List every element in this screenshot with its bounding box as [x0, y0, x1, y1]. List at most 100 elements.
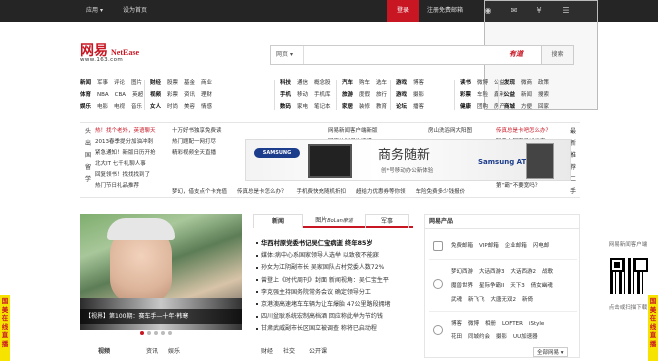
nav-link[interactable]: 概念股	[314, 77, 331, 89]
product-link[interactable]: 倩女幽魂	[531, 283, 553, 289]
nav-link[interactable]: 商城	[504, 101, 515, 113]
nav-link[interactable]: 旅游	[342, 89, 353, 101]
ticker-link[interactable]: 网易新闻客户端新版	[328, 126, 378, 137]
nav-link[interactable]: 汽车	[342, 77, 353, 89]
nav-link[interactable]: 度假	[359, 89, 370, 101]
news-item[interactable]: 甘肃武威副市长区国立被调查 称将已启动程	[256, 323, 416, 335]
product-link[interactable]: 花田	[451, 334, 462, 340]
product-link[interactable]: 博客	[451, 321, 462, 327]
news-item[interactable]: 李克强主持国务院常务会议 确定领导分工	[256, 287, 416, 299]
product-link[interactable]: VIP邮箱	[479, 243, 499, 249]
tab-open-course[interactable]: 公开课	[309, 346, 327, 358]
ticker-link[interactable]: 车险免费多少钱报价	[416, 187, 466, 198]
product-link[interactable]: 微博	[468, 321, 479, 327]
nav-link[interactable]: 博客	[413, 77, 424, 89]
news-item[interactable]: 孙女为江阴副市长 吴家固队占村党委人数72%	[256, 262, 416, 274]
product-link[interactable]: 新倚	[522, 297, 533, 303]
nav-link[interactable]: 体育	[80, 89, 91, 101]
nav-link[interactable]: 车险	[477, 89, 488, 101]
tab-info[interactable]: 资讯	[146, 346, 158, 358]
nav-link[interactable]: 论坛	[396, 101, 407, 113]
nav-link[interactable]: 家居	[342, 101, 353, 113]
news-item[interactable]: 媒体:病中心系国家领导人选举 以致夜不能寐	[256, 250, 416, 262]
nav-link[interactable]: CBA	[115, 89, 126, 101]
ticker-link[interactable]: 热门题配一网打尽	[172, 137, 222, 148]
ticker-link[interactable]: 房山洗浴网大阳图	[428, 126, 472, 137]
news-item[interactable]: 京港澳高速堵车车辆为让车爆胎 47公里路段拥堵	[256, 299, 416, 311]
ticker-link[interactable]: 第“霸”不要宽吗？	[496, 181, 553, 192]
search-scope-select[interactable]: 网页 ▾	[271, 46, 304, 64]
nav-link[interactable]: 手机库	[314, 89, 331, 101]
nav-link[interactable]: 评论	[114, 77, 125, 89]
search-button[interactable]: 搜索	[541, 46, 573, 64]
nav-link[interactable]: 摄影	[413, 89, 424, 101]
product-link[interactable]: 魔兽世界	[451, 283, 473, 289]
product-link[interactable]: 大话西游3	[479, 269, 505, 275]
product-link[interactable]: 企业邮箱	[505, 243, 527, 249]
product-link[interactable]: 摄影	[496, 334, 507, 340]
product-link[interactable]: 战歌	[542, 269, 553, 275]
register-link[interactable]: 注册免费邮箱	[427, 0, 463, 22]
nav-link[interactable]: 视频	[150, 89, 161, 101]
carousel-dot[interactable]	[168, 331, 172, 335]
nav-link[interactable]: 商业	[201, 77, 212, 89]
app-menu-button[interactable]: 应用 ▾	[86, 0, 103, 22]
nav-link[interactable]: 彩票	[460, 89, 471, 101]
nav-link[interactable]: 女人	[150, 101, 161, 113]
all-products-button[interactable]: 全部网易 ▾	[533, 347, 568, 357]
nav-link[interactable]: 通信	[297, 77, 308, 89]
nav-link[interactable]: 公益	[504, 89, 515, 101]
nav-link[interactable]: 笔记本	[314, 101, 331, 113]
ticker-link[interactable]: 传真总是卡怎么办？	[237, 187, 287, 198]
product-link[interactable]: 武魂	[451, 297, 462, 303]
tab-social[interactable]: 社交	[283, 346, 295, 358]
ticker-link[interactable]: 精彩视频全天直播	[172, 148, 222, 159]
tab-pictures[interactable]: 图片BoLan摩道	[307, 214, 361, 228]
ticker-link[interactable]: 热门节日礼品推荐	[95, 181, 156, 192]
nav-link[interactable]: 读书	[460, 77, 471, 89]
nav-link[interactable]: 基金	[184, 77, 195, 89]
site-logo[interactable]: 网易 NetEase www.163.com	[80, 40, 139, 63]
nav-link[interactable]: 移动	[297, 89, 308, 101]
carousel-dot[interactable]	[154, 331, 158, 335]
nav-link[interactable]: 数码	[280, 101, 291, 113]
nav-link[interactable]: 发现	[504, 77, 515, 89]
ad-banner[interactable]: SAMSUNG 商务随新 创*号移动办公新体验 Samsung ATIV	[245, 139, 571, 181]
nav-link[interactable]: 游戏	[396, 89, 407, 101]
nav-link[interactable]: 选车	[376, 77, 387, 89]
nav-link[interactable]: 科技	[280, 77, 291, 89]
photo-caption[interactable]: 【视界】第100期：赛车手—十年·韩寒	[80, 309, 242, 324]
nav-link[interactable]: 电影	[97, 101, 108, 113]
ticker-link[interactable]: 2013春季提分加油冲刺	[95, 137, 156, 148]
nav-link[interactable]: 游戏	[396, 77, 407, 89]
tab-news[interactable]: 新闻	[253, 214, 303, 228]
nav-link[interactable]: 方便	[521, 101, 532, 113]
login-button[interactable]: 登录	[387, 0, 419, 22]
product-link[interactable]: 闪电邮	[533, 243, 550, 249]
ticker-link[interactable]: 回复领书！找找找到了	[95, 170, 156, 181]
news-item[interactable]: 华西村原党委书记吴仁宝病逝 终年85岁	[256, 238, 416, 250]
nav-link[interactable]: 彩票	[167, 89, 178, 101]
nav-link[interactable]: 图片	[131, 77, 142, 89]
nav-link[interactable]: 情感	[201, 101, 212, 113]
nav-link[interactable]: 美容	[184, 101, 195, 113]
product-link[interactable]: 星际争霸II	[479, 283, 504, 289]
nav-link[interactable]: 军事	[97, 77, 108, 89]
carousel-dot[interactable]	[161, 331, 165, 335]
product-link[interactable]: UU加速器	[513, 334, 538, 340]
nav-link[interactable]: 购车	[359, 77, 370, 89]
nav-link[interactable]: 资讯	[184, 89, 195, 101]
nav-link[interactable]: 娱乐	[80, 101, 91, 113]
nav-link[interactable]: 健康	[460, 101, 471, 113]
news-item[interactable]: 四川盆耿系统宏制高档酒 回应称此举为节约钱	[256, 311, 416, 323]
tab-military[interactable]: 军事	[365, 214, 409, 228]
nav-link[interactable]: 新闻	[521, 89, 532, 101]
carousel-dot[interactable]	[147, 331, 151, 335]
product-link[interactable]: 天下3	[510, 283, 525, 289]
ticker-link[interactable]: 紧急通知！新版日历开抢	[95, 148, 156, 159]
news-item[interactable]: 曾登上《时代周刊》封面 新闻视角：吴仁宝生平	[256, 275, 416, 287]
product-link[interactable]: 大唐无双2	[491, 297, 517, 303]
nav-link[interactable]: 政策	[538, 77, 549, 89]
nav-link[interactable]: 教育	[376, 101, 387, 113]
side-ad-right[interactable]: 国美在线直播	[648, 295, 658, 361]
